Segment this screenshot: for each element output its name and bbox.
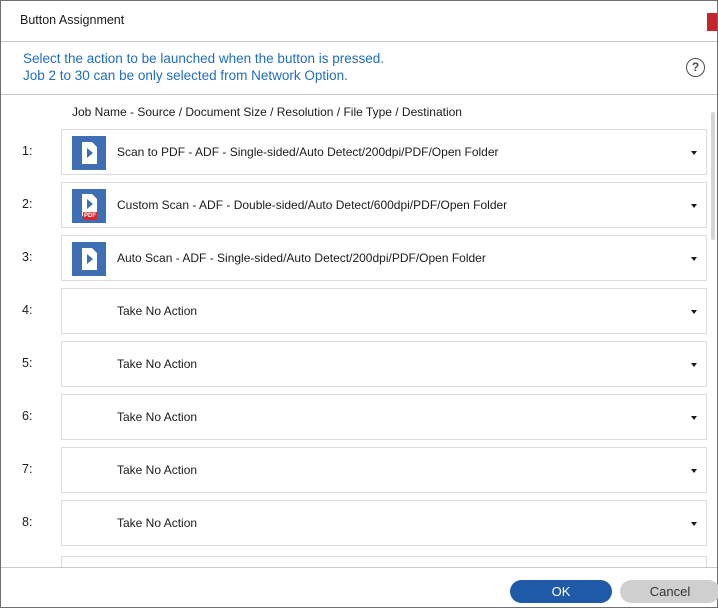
row-number: 4: — [22, 303, 33, 317]
pdf-badge: PDF — [83, 212, 97, 220]
chevron-down-icon — [691, 204, 697, 208]
ok-button[interactable]: OK — [510, 580, 612, 603]
job-select-8[interactable]: Take No Action — [61, 500, 707, 546]
job-select-7[interactable]: Take No Action — [61, 447, 707, 493]
job-select-3[interactable]: Auto Scan - ADF - Single-sided/Auto Dete… — [61, 235, 707, 281]
row-number: 3: — [22, 250, 33, 264]
job-select-1[interactable]: Scan to PDF - ADF - Single-sided/Auto De… — [61, 129, 707, 175]
job-row-partial[interactable] — [61, 556, 707, 567]
job-list: 1: Scan to PDF - ADF - Single-sided/Auto… — [1, 127, 717, 567]
job-row-1: 1: Scan to PDF - ADF - Single-sided/Auto… — [1, 127, 717, 178]
job-label: Take No Action — [117, 516, 198, 530]
job-select-2[interactable]: PDF Custom Scan - ADF - Double-sided/Aut… — [61, 182, 707, 228]
cancel-button[interactable]: Cancel — [620, 580, 718, 603]
column-header: Job Name - Source / Document Size / Reso… — [72, 105, 462, 119]
job-select-5[interactable]: Take No Action — [61, 341, 707, 387]
job-label: Take No Action — [117, 410, 198, 424]
job-label: Scan to PDF - ADF - Single-sided/Auto De… — [117, 145, 499, 159]
scan-pdf-icon: PDF — [72, 189, 106, 223]
chevron-down-icon — [691, 469, 697, 473]
scrollbar-thumb[interactable] — [711, 112, 715, 240]
job-label: Take No Action — [117, 463, 198, 477]
job-row-2: 2: PDF Custom Scan - ADF - Double-sided/… — [1, 180, 717, 231]
window-title: Button Assignment — [20, 13, 125, 27]
chevron-down-icon — [691, 363, 697, 367]
chevron-down-icon — [691, 310, 697, 314]
scan-play-icon — [72, 242, 106, 276]
job-select-6[interactable]: Take No Action — [61, 394, 707, 440]
row-number: 8: — [22, 515, 33, 529]
job-select-4[interactable]: Take No Action — [61, 288, 707, 334]
job-row-3: 3: Auto Scan - ADF - Single-sided/Auto D… — [1, 233, 717, 284]
close-button[interactable] — [707, 13, 717, 31]
chevron-down-icon — [691, 416, 697, 420]
instruction-line-1: Select the action to be launched when th… — [23, 51, 384, 66]
dialog-footer: OK Cancel — [1, 567, 718, 610]
row-number: 2: — [22, 197, 33, 211]
job-row-7: 7: Take No Action — [1, 445, 717, 496]
button-assignment-window: Button Assignment Select the action to b… — [0, 0, 718, 608]
job-label: Take No Action — [117, 304, 198, 318]
title-bar: Button Assignment — [1, 1, 717, 42]
job-row-6: 6: Take No Action — [1, 392, 717, 443]
row-number: 6: — [22, 409, 33, 423]
chevron-down-icon — [691, 522, 697, 526]
job-row-8: 8: Take No Action — [1, 498, 717, 549]
job-row-5: 5: Take No Action — [1, 339, 717, 390]
job-row-4: 4: Take No Action — [1, 286, 717, 337]
instructions-panel: Select the action to be launched when th… — [1, 42, 717, 95]
row-number: 7: — [22, 462, 33, 476]
instruction-line-2: Job 2 to 30 can be only selected from Ne… — [23, 68, 348, 83]
scan-play-icon — [72, 136, 106, 170]
row-number: 1: — [22, 144, 33, 158]
row-number: 5: — [22, 356, 33, 370]
job-label: Custom Scan - ADF - Double-sided/Auto De… — [117, 198, 508, 212]
chevron-down-icon — [691, 257, 697, 261]
job-label: Take No Action — [117, 357, 198, 371]
help-icon[interactable]: ? — [686, 58, 705, 77]
job-label: Auto Scan - ADF - Single-sided/Auto Dete… — [117, 251, 486, 265]
chevron-down-icon — [691, 151, 697, 155]
